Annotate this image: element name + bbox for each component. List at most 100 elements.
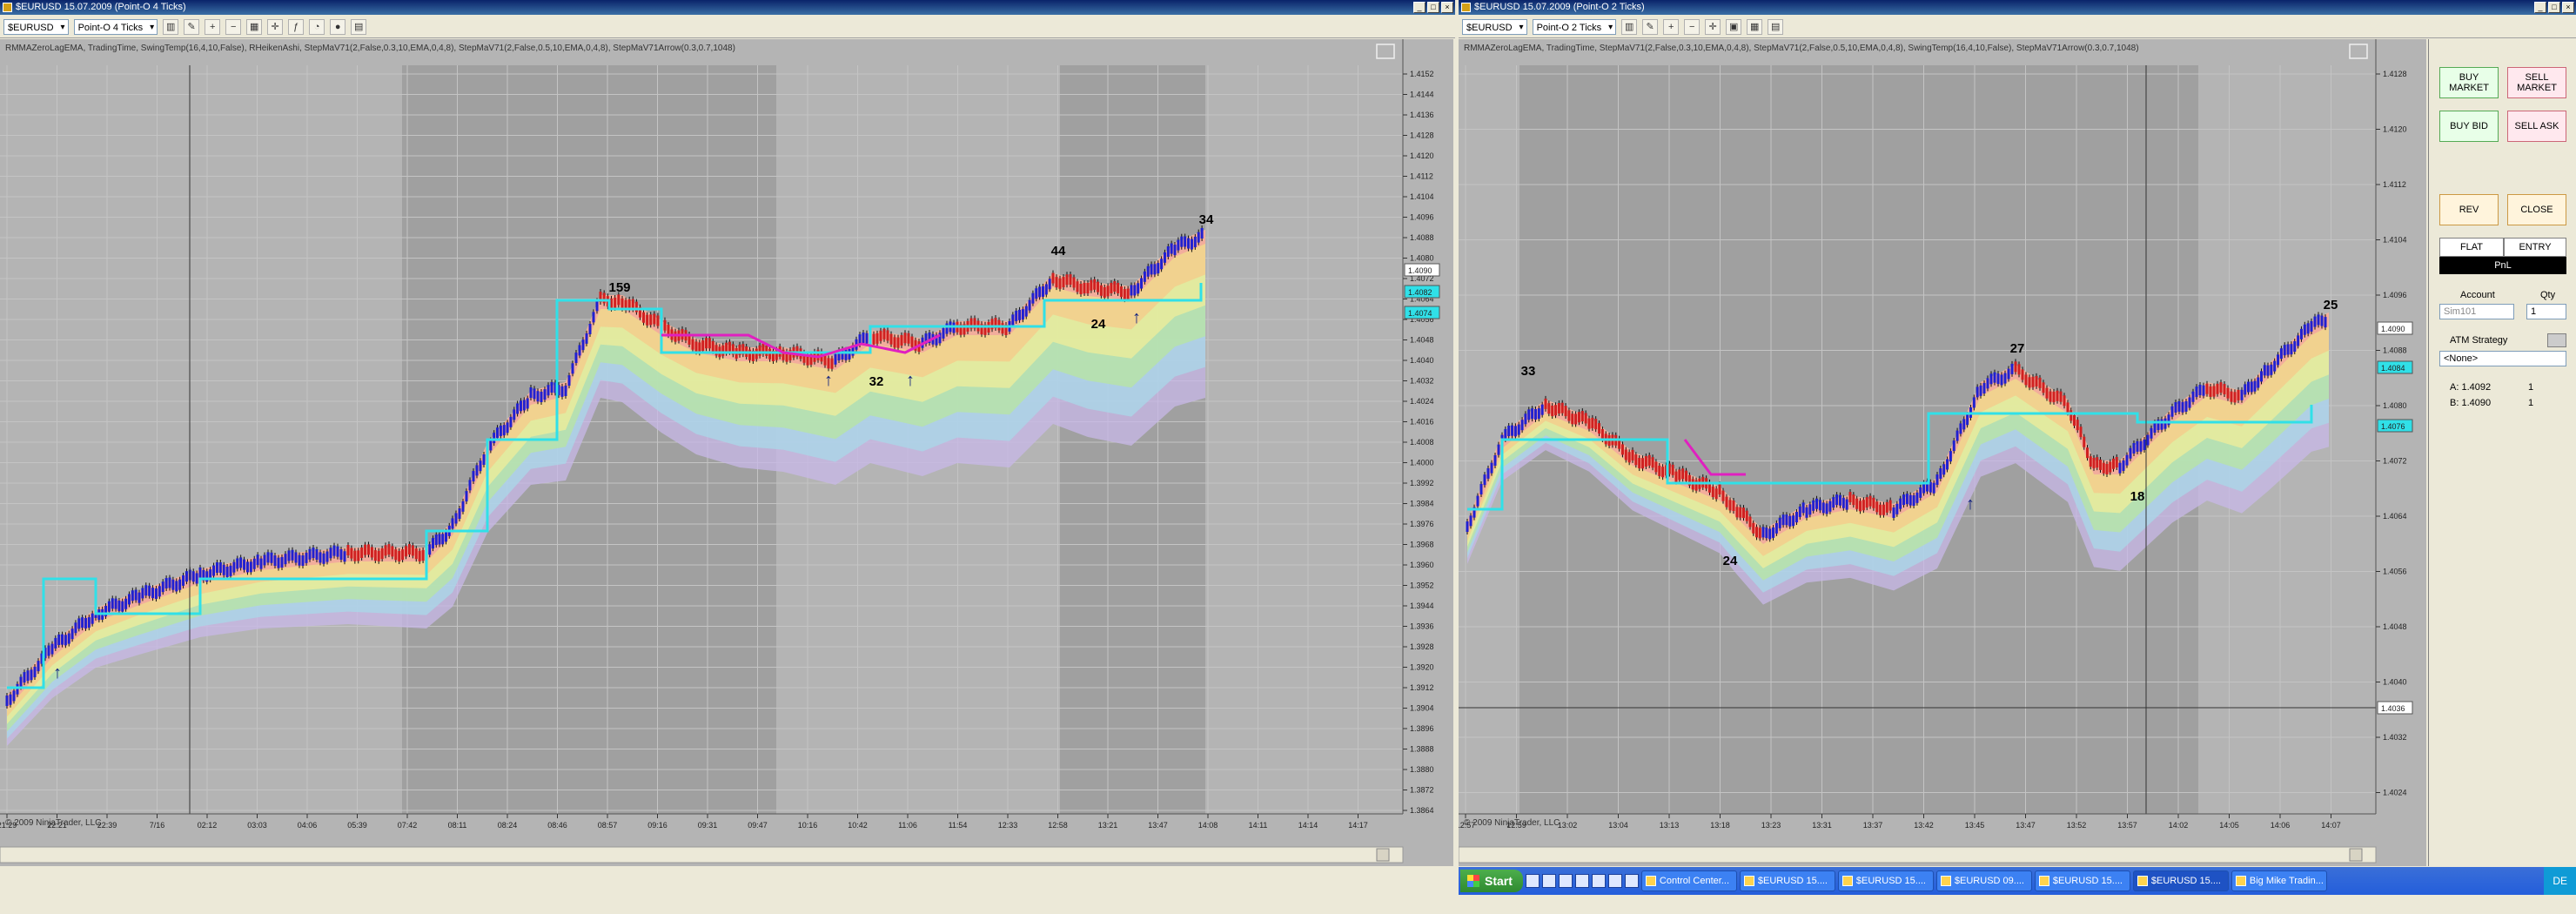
taskbar-item[interactable]: Big Mike Tradin...	[2231, 870, 2327, 891]
candle-body	[1912, 495, 1915, 507]
quick-launch-icon[interactable]	[1558, 874, 1573, 888]
zoom-out-icon[interactable]: −	[225, 18, 242, 35]
pnl-display: PnL	[2439, 257, 2566, 274]
bar-style-icon[interactable]: ▥	[1621, 18, 1638, 35]
sell-ask-button[interactable]: SELL ASK	[2507, 111, 2566, 142]
taskbar-item[interactable]: $EURUSD 15....	[2132, 870, 2229, 891]
quick-launch-icon[interactable]	[1574, 874, 1589, 888]
maximize-button[interactable]: □	[1427, 2, 1439, 13]
candle-body	[2191, 391, 2195, 402]
sell-market-button[interactable]: SELL MARKET	[2507, 67, 2566, 98]
atm-settings-button[interactable]	[2547, 333, 2566, 347]
candle-body	[1028, 299, 1031, 311]
price-tick-label: 1.4040	[2383, 678, 2407, 687]
period-select[interactable]: Point-O 4 Ticks	[73, 18, 158, 36]
strategy-icon[interactable]: ◔	[309, 18, 325, 35]
chart-canvas[interactable]: 159 44 34 24 32 ↑ ↑ ↑ ↑ 1.4152 1.4144 1.4136 1.4128 1…	[0, 39, 1453, 866]
draw-tool-icon[interactable]: ✎	[1642, 18, 1659, 35]
properties-icon[interactable]: ▦	[246, 18, 263, 35]
price-tick-label: 1.4144	[1410, 91, 1434, 99]
reverse-button[interactable]: REV	[2439, 194, 2499, 225]
taskbar-item[interactable]: $EURUSD 09....	[1935, 870, 2032, 891]
candle-body	[391, 546, 394, 557]
candle-body	[2115, 457, 2118, 468]
candle-body	[2021, 369, 2024, 380]
indicators-icon[interactable]: ƒ	[288, 18, 305, 35]
candle-body	[2136, 440, 2139, 452]
close-position-button[interactable]: CLOSE	[2507, 194, 2566, 225]
quick-launch-icon[interactable]	[1624, 874, 1639, 888]
close-button[interactable]: ×	[2562, 2, 2574, 13]
zoom-in-icon[interactable]: +	[205, 18, 221, 35]
draw-tool-icon[interactable]: ✎	[184, 18, 200, 35]
candle-body	[2035, 375, 2038, 386]
data-box-icon[interactable]: ▤	[351, 18, 367, 35]
chart-trader-icon[interactable]: ▣	[1726, 18, 1742, 35]
minimize-button[interactable]: _	[1413, 2, 1426, 13]
candle-body	[236, 558, 239, 569]
candle-body	[705, 338, 708, 349]
copyright-text: © 2009 NinjaTrader, LLC	[5, 818, 102, 828]
start-button[interactable]: Start	[1460, 870, 1523, 892]
data-box-icon[interactable]: ▤	[1768, 18, 1784, 35]
candle-body	[1942, 464, 1946, 475]
price-tick-label: 1.4136	[1410, 111, 1434, 119]
taskbar-item[interactable]: $EURUSD 15....	[1739, 870, 1835, 891]
buy-bid-button[interactable]: BUY BID	[2439, 111, 2499, 142]
title-bar[interactable]: $EURUSD 15.07.2009 (Point-O 4 Ticks) _ □…	[0, 0, 1455, 15]
language-indicator[interactable]: DE	[2544, 867, 2576, 895]
flat-button[interactable]: FLAT	[2439, 238, 2504, 257]
candle-body	[1554, 405, 1558, 416]
price-chart-left[interactable]: 159 44 34 24 32 ↑ ↑ ↑ ↑ 1.4152 1.4144 1.4136 1.4128 1…	[0, 39, 1453, 866]
period-select[interactable]: Point-O 2 Ticks	[1532, 18, 1617, 36]
candle-body	[2000, 374, 2003, 386]
crosshair-icon[interactable]: ✛	[267, 18, 284, 35]
candle-body	[107, 601, 111, 612]
buy-market-button[interactable]: BUY MARKET	[2439, 67, 2499, 98]
price-tick-label: 1.3976	[1410, 520, 1434, 528]
quantity-stepper[interactable]: 1	[2526, 304, 2566, 319]
maximize-button[interactable]: □	[2548, 2, 2560, 13]
app-icon	[1461, 3, 1471, 12]
properties-icon[interactable]: ▦	[1747, 18, 1763, 35]
candle-body	[1735, 507, 1739, 518]
zoom-out-icon[interactable]: −	[1684, 18, 1701, 35]
taskbar-item[interactable]: $EURUSD 15....	[1837, 870, 1934, 891]
candle-body	[1808, 504, 1812, 515]
quick-launch-icon[interactable]	[1525, 874, 1540, 888]
bar-style-icon[interactable]: ▥	[163, 18, 179, 35]
candle-body	[513, 409, 516, 420]
account-select[interactable]: Sim101	[2439, 304, 2514, 319]
quick-launch-icon[interactable]	[1607, 874, 1622, 888]
swing-label: 159	[608, 280, 630, 295]
order-icon[interactable]: ●	[330, 18, 346, 35]
quick-launch-icon[interactable]	[1541, 874, 1556, 888]
close-button[interactable]: ×	[1441, 2, 1453, 13]
candle-body	[1031, 292, 1035, 304]
candle-body	[2160, 419, 2163, 430]
minimize-button[interactable]: _	[2534, 2, 2546, 13]
time-tick-label: 09:47	[748, 821, 768, 830]
instrument-select[interactable]: $EURUSD	[3, 18, 69, 36]
entry-button[interactable]: ENTRY	[2504, 238, 2566, 257]
instrument-select[interactable]: $EURUSD	[1462, 18, 1527, 36]
candle-body	[2324, 317, 2327, 328]
price-tick-label: 1.4080	[2383, 401, 2407, 410]
crosshair-icon[interactable]: ✛	[1705, 18, 1721, 35]
time-tick-label: 13:47	[2016, 821, 2036, 830]
title-bar[interactable]: $EURUSD 15.07.2009 (Point-O 2 Ticks) _ □…	[1459, 0, 2576, 15]
candle-body	[1173, 245, 1177, 256]
taskbar-item[interactable]: $EURUSD 15....	[2034, 870, 2130, 891]
taskbar-item[interactable]: Control Center...	[1640, 870, 1737, 891]
price-tick-label: 1.4080	[1410, 254, 1434, 263]
quick-launch-icon[interactable]	[1591, 874, 1606, 888]
candle-body	[2031, 376, 2035, 387]
price-tick-label: 1.4112	[2383, 180, 2406, 189]
candle-body	[1915, 492, 1919, 503]
zoom-in-icon[interactable]: +	[1663, 18, 1680, 35]
atm-strategy-select[interactable]: <None>	[2439, 351, 2566, 366]
time-tick-label: 13:13	[1660, 821, 1680, 830]
chart-canvas[interactable]: 33 24 27 18 25 ↑ 1.4128 1.4120 1.4112 1.4104 1.409…	[1459, 39, 2426, 866]
time-tick-label: 14:02	[2169, 821, 2189, 830]
price-chart-right[interactable]: 33 24 27 18 25 ↑ 1.4128 1.4120 1.4112 1.4104 1.409…	[1459, 39, 2426, 866]
